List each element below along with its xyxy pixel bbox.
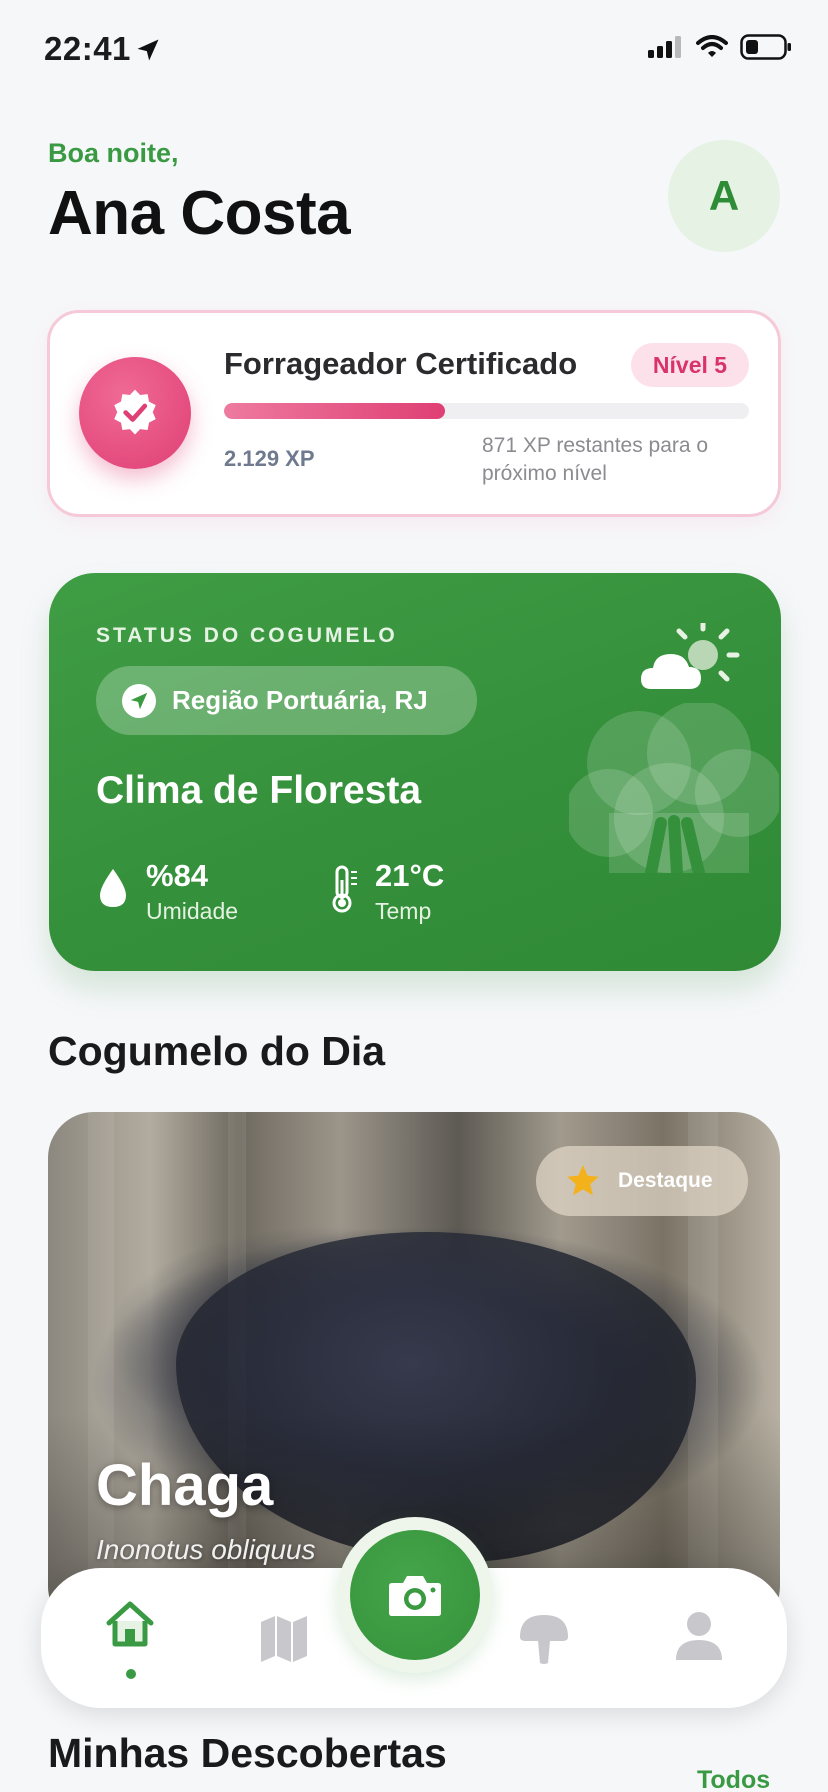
xp-progress-bar (224, 403, 749, 419)
mushroom-icon (520, 1615, 568, 1664)
temperature-label: Temp (375, 898, 432, 924)
profile-icon (676, 1612, 722, 1660)
location-arrow-icon (137, 39, 159, 61)
status-label: STATUS DO COGUMELO (96, 624, 398, 647)
mushroom-of-day-title: Cogumelo do Dia (48, 1028, 386, 1074)
partly-cloudy-icon (641, 623, 740, 689)
camera-button[interactable] (350, 1530, 480, 1660)
featured-badge: Destaque (536, 1146, 748, 1216)
greeting-text: Boa noite, (48, 138, 179, 168)
tree-icon (569, 703, 779, 873)
avatar[interactable]: A (668, 140, 780, 252)
level-badge: Nível 5 (631, 343, 749, 387)
tab-map[interactable] (256, 1612, 312, 1664)
mushroom-scientific-name: Inonotus obliquus (96, 1534, 316, 1565)
star-icon (567, 1165, 599, 1196)
status-time: 22:41 (44, 30, 131, 67)
humidity-label: Umidade (146, 898, 239, 924)
active-tab-indicator (126, 1669, 136, 1679)
humidity-value: %84 (146, 858, 209, 893)
verified-badge-icon (114, 389, 156, 435)
thermometer-icon (332, 865, 357, 913)
certified-badge (79, 357, 191, 469)
cellular-signal-icon (648, 36, 681, 58)
temperature-value: 21°C (375, 858, 445, 893)
discoveries-title: Minhas Descobertas (48, 1730, 447, 1776)
navigation-icon (122, 683, 156, 718)
climate-title: Clima de Floresta (96, 769, 422, 812)
location-pill[interactable]: Região Portuária, RJ (96, 666, 477, 735)
xp-remaining: 871 XP restantes para o próximo nível (482, 434, 709, 485)
battery-icon (740, 34, 791, 60)
user-name: Ana Costa (48, 179, 351, 248)
tab-home[interactable] (102, 1596, 158, 1652)
location-text: Região Portuária, RJ (172, 685, 428, 715)
map-icon (261, 1616, 307, 1662)
tab-mushrooms[interactable] (516, 1610, 572, 1666)
home-icon (106, 1601, 154, 1647)
see-all-link[interactable]: Todos (697, 1766, 770, 1792)
camera-icon (389, 1576, 441, 1616)
humidity-drop-icon (100, 869, 126, 907)
level-title: Forrageador Certificado (224, 346, 578, 381)
xp-progress-fill (224, 403, 445, 419)
featured-badge-label: Destaque (618, 1169, 713, 1192)
status-indicators (648, 34, 792, 60)
xp-current: 2.129 XP (224, 446, 315, 471)
wifi-icon (696, 35, 728, 57)
tab-profile[interactable] (671, 1608, 727, 1664)
mushroom-name: Chaga (96, 1453, 274, 1518)
